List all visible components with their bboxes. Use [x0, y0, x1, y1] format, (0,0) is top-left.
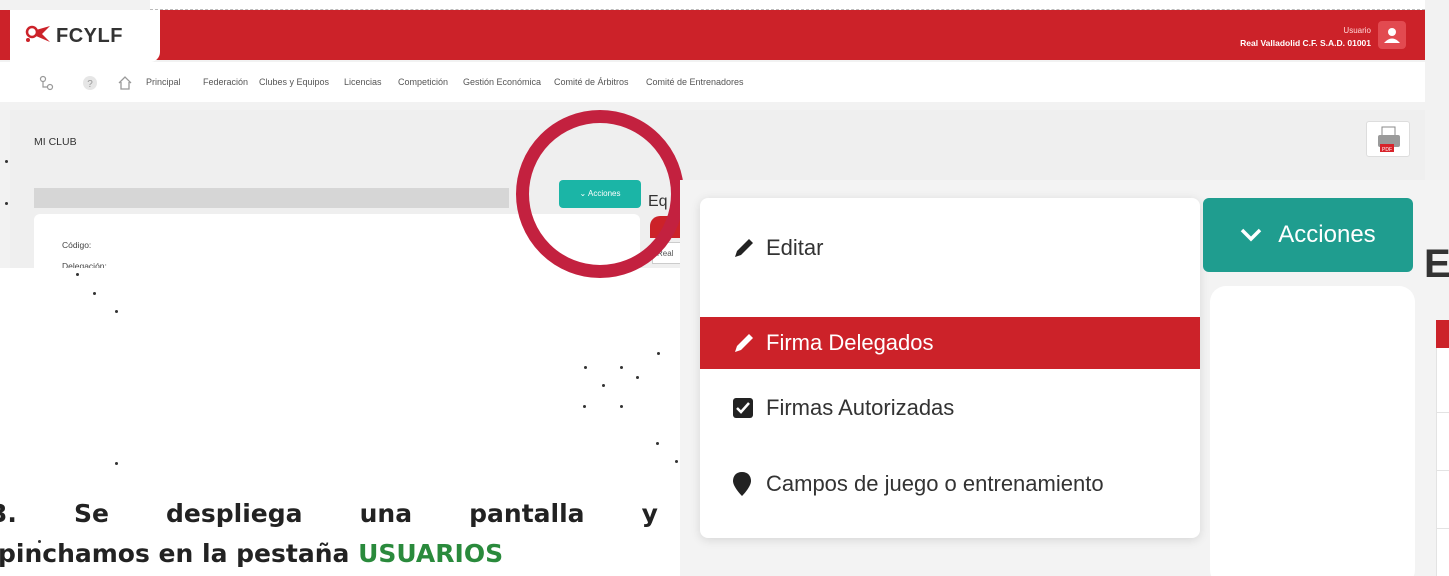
decor-dot	[657, 352, 660, 355]
svg-text:?: ?	[87, 79, 93, 90]
logo-icon	[25, 25, 50, 42]
caption-highlight: USUARIOS	[358, 539, 504, 568]
club-name-bar	[34, 188, 509, 208]
decor-dot	[636, 376, 639, 379]
nav-licencias[interactable]: Licencias	[344, 77, 382, 87]
user-icon	[1384, 28, 1400, 43]
field-codigo-label: Código:	[62, 240, 92, 250]
nav-comite-arbitros[interactable]: Comité de Árbitros	[554, 77, 629, 87]
page-title: MI CLUB	[34, 136, 77, 148]
decor-dot	[76, 273, 79, 276]
svg-text:PDF: PDF	[1382, 147, 1392, 153]
pencil-icon	[732, 331, 760, 355]
nav-competicion[interactable]: Competición	[398, 77, 448, 87]
user-club-name: Real Valladolid C.F. S.A.D. 01001	[1240, 38, 1371, 48]
caption-text: pinchamos en la pestaña	[0, 539, 359, 568]
caption-word: pantalla	[469, 499, 585, 528]
menu-item-editar[interactable]: Editar	[700, 218, 1200, 278]
table-divider	[1436, 412, 1449, 413]
menu-item-firmas-autorizadas[interactable]: Firmas Autorizadas	[700, 378, 1200, 438]
menu-item-label: Firmas Autorizadas	[766, 395, 955, 420]
decor-dot	[656, 442, 659, 445]
acciones-button-label: Acciones	[1278, 221, 1376, 248]
menu-item-label: Editar	[766, 235, 824, 260]
caption-line-1: 3. Se despliega una pantalla y	[0, 494, 658, 534]
decor-dot	[5, 202, 8, 205]
highlight-circle	[516, 110, 684, 278]
caption-word: despliega	[166, 499, 303, 528]
nav-clubes-equipos[interactable]: Clubes y Equipos	[259, 77, 329, 87]
table-divider	[1436, 470, 1449, 471]
zoomed-table-header	[1436, 320, 1449, 348]
caption-line-2: pinchamos en la pestaña USUARIOS	[0, 534, 680, 574]
nav-gestion-economica[interactable]: Gestión Económica	[463, 77, 541, 87]
zoomed-card	[1210, 286, 1415, 576]
decor-dot	[620, 405, 623, 408]
menu-item-campos-juego[interactable]: Campos de juego o entrenamiento	[700, 454, 1200, 514]
decor-dot	[115, 310, 118, 313]
nav-comite-entrenadores[interactable]: Comité de Entrenadores	[646, 77, 744, 87]
map-marker-icon	[732, 472, 760, 496]
zoomed-table	[1436, 348, 1449, 576]
nav-principal[interactable]: Principal	[146, 77, 181, 87]
help-icon[interactable]: ?	[82, 75, 98, 91]
menu-item-label: Campos de juego o entrenamiento	[766, 471, 1104, 496]
instruction-caption: 3. Se despliega una pantalla y pinchamos…	[0, 494, 680, 574]
sitemap-icon[interactable]	[39, 75, 55, 91]
zoomed-heading: E	[1424, 242, 1449, 286]
decor-dot	[583, 405, 586, 408]
decor-dot	[115, 462, 118, 465]
user-label: Usuario	[1343, 26, 1371, 35]
decor-dot	[5, 160, 8, 163]
checkbox-icon	[732, 396, 760, 420]
menu-item-firma-delegados[interactable]: Firma Delegados	[700, 317, 1200, 369]
top-dashed-strip	[150, 0, 1425, 10]
field-delegacion-label: Delegación:	[62, 261, 107, 268]
caption-word: una	[359, 499, 413, 528]
decor-dot	[93, 292, 96, 295]
caption-word: y	[641, 499, 658, 528]
caption-word: 3.	[0, 499, 17, 528]
print-pdf-button[interactable]: PDF	[1366, 121, 1410, 157]
decor-dot	[675, 460, 678, 463]
menu-item-label: Firma Delegados	[766, 330, 934, 355]
table-divider	[1436, 528, 1449, 529]
print-pdf-icon: PDF	[1378, 126, 1400, 153]
top-bar	[0, 10, 1425, 60]
home-icon[interactable]	[117, 75, 133, 91]
nav-federacion[interactable]: Federación	[203, 77, 248, 87]
decor-dot	[602, 384, 605, 387]
chevron-down-icon	[1241, 228, 1262, 242]
pencil-icon	[732, 236, 760, 260]
logo-text: FCYLF	[56, 25, 123, 47]
decor-dot	[584, 366, 587, 369]
decor-dot	[620, 366, 623, 369]
caption-word: Se	[73, 499, 109, 528]
user-avatar[interactable]	[1378, 21, 1406, 49]
acciones-button-zoomed[interactable]: Acciones	[1203, 198, 1413, 272]
